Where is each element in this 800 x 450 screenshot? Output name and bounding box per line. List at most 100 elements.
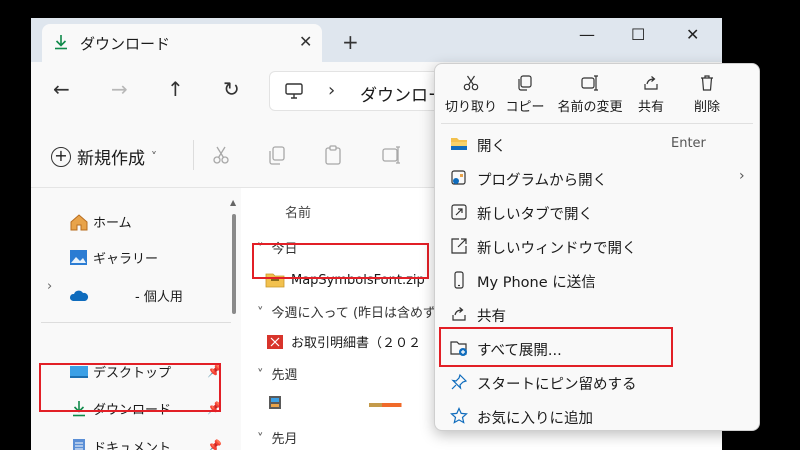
sidebar-item-documents[interactable]: ドキュメント xyxy=(69,437,171,450)
quick-action-label: コピー xyxy=(505,100,545,115)
close-window-button[interactable]: ✕ xyxy=(686,25,699,44)
download-icon xyxy=(55,35,67,50)
menu-item-label: スタートにピン留めする xyxy=(477,377,637,393)
sidebar-item-gallery[interactable]: ギャラリー xyxy=(69,248,158,267)
pin-icon: 📌 xyxy=(207,439,222,450)
menu-item-label: 共有 xyxy=(477,309,506,325)
sidebar-item-label: ドキュメント xyxy=(93,441,172,450)
quick-action-label: 削除 xyxy=(693,100,720,115)
tab-title: ダウンロード xyxy=(80,35,171,53)
chevron-down-icon: ˅ xyxy=(151,149,157,164)
new-button[interactable]: + 新規作成 ˅ xyxy=(51,144,157,169)
group-header-this-week[interactable]: ˅ 今週に入って (昨日は含めず) xyxy=(257,302,441,321)
group-header-last-week[interactable]: ˅ 先週 xyxy=(257,364,298,383)
up-button[interactable]: ↑ xyxy=(167,77,184,101)
installer-icon xyxy=(269,396,281,409)
sidebar-scrollbar[interactable]: ▲ xyxy=(230,198,238,314)
screenshot-stage: ダウンロード ✕ + — ☐ ✕ ← → ↑ ↻ › ダウンロード + 新規作成… xyxy=(0,0,800,450)
chevron-down-icon: ˅ xyxy=(257,368,264,383)
copy-icon xyxy=(518,75,532,91)
phone-icon xyxy=(454,271,464,289)
menu-item-open-new-tab[interactable]: 新しいタブで開く xyxy=(435,195,759,229)
menu-item-open-new-window[interactable]: 新しいウィンドウで開く xyxy=(435,229,759,263)
file-row-installer[interactable] xyxy=(265,395,421,411)
new-button-label: 新規作成 xyxy=(77,149,145,169)
open-with-icon xyxy=(451,170,466,185)
menu-item-open[interactable]: 開く Enter xyxy=(435,127,759,161)
menu-item-label: 開く xyxy=(477,139,506,155)
folder-open-icon xyxy=(451,138,467,150)
new-tab-icon xyxy=(451,204,467,220)
gallery-icon xyxy=(70,249,87,265)
quick-action-copy[interactable]: コピー xyxy=(493,72,557,120)
cut-icon xyxy=(463,75,479,91)
sidebar-divider xyxy=(41,322,231,323)
breadcrumb-chevron-icon[interactable]: › xyxy=(328,80,335,101)
menu-item-send-to-phone[interactable]: My Phone に送信 xyxy=(435,263,759,297)
toolbar-divider xyxy=(193,140,194,170)
highlight-zip-file xyxy=(252,243,429,279)
context-menu: 切り取り コピー 名前の変更 共有 削除 開く Enter プログラムから開く … xyxy=(434,63,760,431)
menu-item-label: お気に入りに追加 xyxy=(477,411,593,427)
quick-action-label: 共有 xyxy=(637,100,664,115)
group-label: 先月 xyxy=(271,432,298,447)
expand-chevron-icon[interactable]: › xyxy=(47,279,52,294)
rename-icon xyxy=(581,75,598,91)
menu-item-label: My Phone に送信 xyxy=(477,275,596,291)
share-icon xyxy=(644,76,658,90)
paste-icon[interactable] xyxy=(323,144,343,166)
plus-icon: + xyxy=(51,146,71,167)
scroll-up-icon[interactable]: ▲ xyxy=(230,198,236,207)
menu-item-pin-to-start[interactable]: スタートにピン留めする xyxy=(435,365,759,399)
pdf-file-icon xyxy=(267,334,283,349)
refresh-button[interactable]: ↻ xyxy=(223,77,240,101)
chevron-down-icon: ˅ xyxy=(257,306,264,321)
quick-action-label: 名前の変更 xyxy=(557,100,623,115)
sidebar-item-label: ホーム xyxy=(93,216,132,231)
sidebar-item-label: ギャラリー xyxy=(93,252,159,267)
sidebar-item-label: - 個人用 xyxy=(135,290,183,305)
quick-action-share[interactable]: 共有 xyxy=(619,72,683,120)
submenu-arrow-icon: › xyxy=(739,168,745,184)
context-menu-divider xyxy=(441,123,753,124)
quick-action-rename[interactable]: 名前の変更 xyxy=(553,72,627,120)
title-bar: ダウンロード ✕ + — ☐ ✕ xyxy=(31,18,722,62)
menu-item-open-with[interactable]: プログラムから開く › xyxy=(435,161,759,195)
group-label: 今週に入って (昨日は含めず) xyxy=(271,306,442,321)
cut-icon[interactable] xyxy=(211,144,231,166)
chevron-down-icon: ˅ xyxy=(257,432,264,447)
rename-icon[interactable] xyxy=(381,144,401,166)
back-button[interactable]: ← xyxy=(53,77,70,101)
quick-action-delete[interactable]: 削除 xyxy=(675,72,739,120)
tab-close-button[interactable]: ✕ xyxy=(299,32,312,51)
onedrive-icon xyxy=(69,290,89,301)
share-icon xyxy=(452,307,466,321)
menu-item-share[interactable]: 共有 xyxy=(435,297,759,331)
sidebar-item-home[interactable]: ホーム xyxy=(69,212,132,231)
sidebar-item-onedrive[interactable]: - 個人用 xyxy=(69,286,183,305)
group-label: 先週 xyxy=(271,368,298,383)
computer-icon xyxy=(285,83,303,99)
new-window-icon xyxy=(451,238,467,254)
copy-icon[interactable] xyxy=(267,144,287,166)
star-icon xyxy=(450,407,468,424)
group-header-last-month[interactable]: ˅ 先月 xyxy=(257,428,298,447)
file-name: お取引明細書（２０２ xyxy=(291,336,422,351)
forward-button[interactable]: → xyxy=(111,77,128,101)
file-row-statement[interactable]: お取引明細書（２０２ xyxy=(265,332,421,351)
menu-item-add-to-favorites[interactable]: お気に入りに追加 xyxy=(435,399,759,433)
home-icon xyxy=(70,213,88,230)
new-tab-button[interactable]: + xyxy=(342,30,359,54)
minimize-button[interactable]: — xyxy=(579,25,595,44)
scrollbar-thumb[interactable] xyxy=(232,214,236,314)
redacted-file-name xyxy=(291,403,421,407)
document-icon xyxy=(73,438,85,450)
quick-action-label: 切り取り xyxy=(444,100,497,115)
highlight-extract-all xyxy=(439,327,673,367)
tab-downloads[interactable]: ダウンロード ✕ xyxy=(42,24,322,62)
highlight-downloads-item xyxy=(39,363,221,412)
menu-item-label: 新しいウィンドウで開く xyxy=(477,241,637,257)
menu-item-label: 新しいタブで開く xyxy=(477,207,593,223)
column-header-name[interactable]: 名前 xyxy=(285,202,311,221)
maximize-button[interactable]: ☐ xyxy=(631,25,645,44)
